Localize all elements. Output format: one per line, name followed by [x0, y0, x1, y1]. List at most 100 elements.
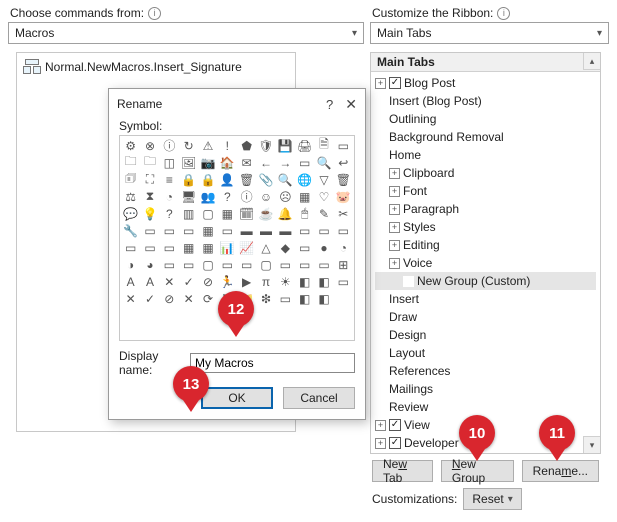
symbol-cell[interactable]: 👤	[218, 171, 237, 188]
checkbox[interactable]	[389, 419, 401, 431]
scroll-down-button[interactable]: ▾	[583, 436, 600, 453]
symbol-cell[interactable]: 🔒	[198, 171, 217, 188]
symbol-cell[interactable]: ✂	[334, 205, 353, 222]
scroll-up-button[interactable]: ▴	[583, 53, 600, 70]
symbol-cell[interactable]: 🗊	[121, 171, 140, 188]
symbol-cell[interactable]: 🏠	[218, 154, 237, 171]
ok-button[interactable]: OK	[201, 387, 273, 409]
tree-node[interactable]: +Blog Post	[375, 74, 596, 92]
tree-node[interactable]: Review	[375, 398, 596, 416]
symbol-cell[interactable]: 📈	[237, 239, 256, 256]
tree-node[interactable]: +Paragraph	[375, 200, 596, 218]
symbol-cell[interactable]: ▭	[218, 256, 237, 273]
tree-node[interactable]: Design	[375, 326, 596, 344]
symbol-cell[interactable]: 🗑	[237, 171, 256, 188]
symbol-cell[interactable]: ▭	[334, 222, 353, 239]
display-name-input[interactable]	[190, 353, 355, 373]
symbol-cell[interactable]: 🗎	[314, 137, 333, 154]
expand-icon[interactable]: +	[389, 186, 400, 197]
symbol-cell[interactable]: △	[256, 239, 275, 256]
symbol-cell[interactable]: ⟳	[198, 290, 217, 307]
expand-icon[interactable]: +	[389, 222, 400, 233]
tree-node[interactable]: +Voice	[375, 254, 596, 272]
symbol-cell[interactable]: ◔	[160, 188, 179, 205]
symbol-cell[interactable]: A	[140, 273, 159, 290]
symbol-cell[interactable]: ▭	[179, 222, 198, 239]
symbol-cell[interactable]: ▭	[276, 256, 295, 273]
symbol-cell[interactable]: ▭	[334, 273, 353, 290]
symbol-cell[interactable]: ▭	[314, 222, 333, 239]
tree-node[interactable]: Outlining	[375, 110, 596, 128]
symbol-cell[interactable]: ◫	[160, 154, 179, 171]
symbol-cell[interactable]: 🖨	[295, 137, 314, 154]
symbol-cell[interactable]: ●	[314, 239, 333, 256]
expand-icon[interactable]: +	[375, 438, 386, 449]
symbol-cell[interactable]: ✕	[160, 273, 179, 290]
symbol-cell[interactable]: →	[276, 154, 295, 171]
symbol-cell[interactable]: ⓘ	[160, 137, 179, 154]
symbol-cell[interactable]: π	[256, 273, 275, 290]
symbol-cell[interactable]: ▦	[198, 222, 217, 239]
symbol-cell[interactable]: ▢	[198, 256, 217, 273]
expand-icon[interactable]: +	[375, 78, 386, 89]
symbol-cell[interactable]: ✕	[121, 290, 140, 307]
symbol-cell[interactable]: 🖱	[295, 205, 314, 222]
expand-icon[interactable]: +	[389, 240, 400, 251]
expand-icon[interactable]: +	[389, 258, 400, 269]
symbol-cell[interactable]: ▭	[140, 222, 159, 239]
symbol-cell[interactable]: ?	[218, 188, 237, 205]
new-group-button[interactable]: New Group	[441, 460, 514, 482]
symbol-cell[interactable]: ◧	[314, 290, 333, 307]
symbol-cell[interactable]: ▭	[314, 256, 333, 273]
symbol-cell[interactable]: ✎	[314, 205, 333, 222]
symbol-cell[interactable]: ◑	[121, 256, 140, 273]
symbol-cell[interactable]: ▭	[295, 222, 314, 239]
symbol-cell[interactable]: ↻	[179, 137, 198, 154]
symbol-cell[interactable]: ▦	[198, 239, 217, 256]
symbol-cell[interactable]: ⊘	[198, 273, 217, 290]
symbol-cell[interactable]: ▭	[276, 290, 295, 307]
symbol-cell[interactable]: ☺	[256, 188, 275, 205]
symbol-cell[interactable]: ❇	[256, 290, 275, 307]
symbol-cell[interactable]: ⓘ	[237, 188, 256, 205]
symbol-cell[interactable]: 🗓	[237, 205, 256, 222]
symbol-cell[interactable]: ◧	[295, 290, 314, 307]
tree-node[interactable]: References	[375, 362, 596, 380]
tree-node[interactable]: Layout	[375, 344, 596, 362]
tree-node[interactable]: Insert	[375, 290, 596, 308]
symbol-cell[interactable]: ▭	[160, 256, 179, 273]
symbol-cell[interactable]: A	[121, 273, 140, 290]
symbol-cell[interactable]: ↩	[334, 154, 353, 171]
symbol-cell[interactable]: ▢	[198, 205, 217, 222]
expand-icon[interactable]: +	[375, 420, 386, 431]
symbol-cell[interactable]: 💡	[140, 205, 159, 222]
new-tab-button[interactable]: New Tab	[372, 460, 433, 482]
tree-node[interactable]: Mailings	[375, 380, 596, 398]
tree-node[interactable]: +Clipboard	[375, 164, 596, 182]
symbol-cell[interactable]: 🔍	[276, 171, 295, 188]
symbol-cell[interactable]: ▭	[121, 239, 140, 256]
symbol-cell[interactable]: 🏃	[218, 273, 237, 290]
symbol-cell[interactable]: ♡	[314, 188, 333, 205]
symbol-cell[interactable]: ▭	[218, 222, 237, 239]
dialog-titlebar[interactable]: Rename ? ✕	[109, 89, 365, 119]
tree-node[interactable]: +Editing	[375, 236, 596, 254]
symbol-cell[interactable]: ▭	[160, 222, 179, 239]
symbol-cell[interactable]: ⚖	[121, 188, 140, 205]
symbol-cell[interactable]: ⊘	[160, 290, 179, 307]
symbol-cell[interactable]: ▭	[334, 137, 353, 154]
symbol-cell[interactable]: ▦	[295, 188, 314, 205]
symbol-cell[interactable]: ?	[160, 205, 179, 222]
symbol-cell[interactable]: 💾	[276, 137, 295, 154]
symbol-cell[interactable]: 💬	[121, 205, 140, 222]
symbol-cell[interactable]: 📎	[256, 171, 275, 188]
symbol-cell[interactable]: ▢	[256, 256, 275, 273]
customize-ribbon-dropdown[interactable]: Main Tabs ▾	[370, 22, 609, 44]
symbol-cell[interactable]: ☹	[276, 188, 295, 205]
symbol-cell[interactable]: 📷	[198, 154, 217, 171]
symbol-cell[interactable]: ▭	[140, 239, 159, 256]
symbol-cell[interactable]: ▥	[179, 205, 198, 222]
symbol-cell[interactable]: ▭	[295, 256, 314, 273]
symbol-cell[interactable]: ▬	[256, 222, 275, 239]
symbol-cell[interactable]: 🔧	[121, 222, 140, 239]
